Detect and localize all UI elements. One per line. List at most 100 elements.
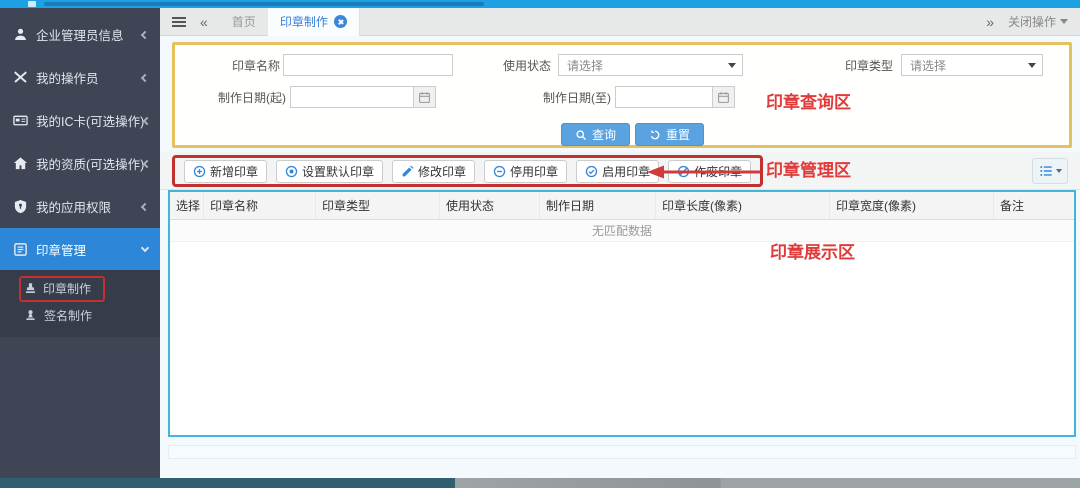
type-label: 印章类型 — [844, 59, 893, 73]
calendar-icon[interactable] — [413, 87, 435, 107]
home-icon — [13, 157, 28, 170]
sidebar-item-signature-make[interactable]: 签名制作 — [0, 302, 160, 329]
table-header-make-date[interactable]: 制作日期 — [540, 192, 656, 219]
toolbar-button-label: 修改印章 — [418, 164, 467, 179]
date-to-input[interactable] — [616, 87, 712, 107]
sidebar-item-qualifications[interactable]: 我的资质(可选操作) — [0, 142, 160, 185]
content-area: 印章名称 使用状态 请选择 印章类型 请选择 制作日期(起) 制作日期(至) 查… — [160, 36, 1080, 478]
sidebar-item-label: 企业管理员信息 — [36, 29, 124, 43]
table-header-seal-width[interactable]: 印章宽度(像素) — [830, 192, 994, 219]
sidebar-item-seal-make[interactable]: 印章制作 — [0, 275, 160, 302]
empty-state-text: 无匹配数据 — [591, 224, 652, 238]
search-button-label: 查询 — [592, 128, 617, 142]
annotation-arrow-icon — [647, 165, 760, 179]
reset-button-label: 重置 — [666, 128, 691, 142]
search-icon — [576, 129, 586, 140]
sidebar-item-label: 印章管理 — [36, 243, 87, 258]
caret-down-icon — [1055, 169, 1062, 173]
caret-down-icon — [728, 63, 736, 68]
date-from-label: 制作日期(起) — [218, 91, 286, 105]
sidebar-item-label: 我的IC卡(可选操作) — [36, 115, 145, 129]
seal-folder-icon — [14, 242, 27, 256]
table-header-status[interactable]: 使用状态 — [440, 192, 540, 219]
annotation-query-area: 印章查询区 — [766, 93, 851, 112]
caret-down-icon — [1028, 63, 1036, 68]
bottom-taskbar-strip — [0, 478, 1080, 488]
close-icon[interactable] — [333, 15, 347, 28]
minus-circle-icon — [493, 165, 506, 177]
stamp-icon — [26, 282, 35, 293]
list-view-icon — [1039, 166, 1052, 176]
check-circle-icon — [585, 165, 598, 177]
scroll-tabs-left-icon[interactable]: « — [200, 14, 208, 30]
toolbar-button-label: 停用印章 — [510, 164, 559, 179]
table-header-remark[interactable]: 备注 — [994, 192, 1074, 219]
main-area: « 首页 印章制作 » 关闭操作 印章名称 使用状态 请选择 印章类型 请选择 … — [160, 7, 1080, 478]
seal-query-panel: 印章名称 使用状态 请选择 印章类型 请选择 制作日期(起) 制作日期(至) 查… — [172, 42, 1072, 148]
status-select-value: 请选择 — [567, 58, 604, 73]
calendar-icon[interactable] — [712, 87, 734, 107]
tab-seal-make[interactable]: 印章制作 — [267, 7, 360, 36]
pencil-icon — [402, 165, 414, 176]
sidebar-item-ic-card[interactable]: 我的IC卡(可选操作) — [0, 99, 160, 142]
sidebar-item-label: 我的操作员 — [36, 72, 99, 86]
view-mode-dropdown[interactable] — [1032, 158, 1068, 184]
disable-seal-button[interactable]: 停用印章 — [484, 159, 568, 183]
tab-label: 印章制作 — [279, 15, 328, 29]
chevron-left-icon — [143, 159, 152, 168]
search-button[interactable]: 查询 — [561, 123, 631, 146]
modify-seal-button[interactable]: 修改印章 — [392, 159, 476, 183]
type-select[interactable]: 请选择 — [901, 54, 1043, 76]
close-operations-dropdown[interactable]: 关闭操作 — [1008, 13, 1068, 30]
window-title-cutoff — [44, 2, 484, 6]
scroll-tabs-right-icon[interactable]: » — [986, 14, 994, 30]
chevron-left-icon — [143, 116, 152, 125]
sidebar-item-app-permissions[interactable]: 我的应用权限 — [0, 185, 160, 228]
stamp-icon — [26, 310, 35, 320]
reset-icon — [650, 129, 660, 139]
table-header-seal-length[interactable]: 印章长度(像素) — [656, 192, 830, 219]
shield-icon — [14, 199, 27, 214]
status-select[interactable]: 请选择 — [558, 54, 743, 76]
app-window: 企业管理员信息 我的操作员 我的IC卡(可选操作) 我的资质(可选操作) 我的应… — [0, 0, 1080, 488]
date-to-label: 制作日期(至) — [543, 91, 611, 105]
sidebar-item-seal-management[interactable]: 印章管理 — [0, 228, 160, 270]
reset-button[interactable]: 重置 — [635, 123, 705, 146]
sidebar-item-operators[interactable]: 我的操作员 — [0, 56, 160, 99]
status-label: 使用状态 — [502, 59, 551, 73]
top-blue-bar — [0, 0, 1080, 8]
seal-name-input[interactable] — [283, 54, 453, 76]
empty-state-row: 无匹配数据 — [170, 220, 1074, 242]
set-default-seal-button[interactable]: 设置默认印章 — [276, 159, 384, 183]
sidebar: 企业管理员信息 我的操作员 我的IC卡(可选操作) 我的资质(可选操作) 我的应… — [0, 8, 160, 478]
seal-table-panel: 选择 印章名称 印章类型 使用状态 制作日期 印章长度(像素) 印章宽度(像素)… — [168, 190, 1076, 437]
table-header-row: 选择 印章名称 印章类型 使用状态 制作日期 印章长度(像素) 印章宽度(像素)… — [170, 192, 1074, 220]
caret-down-icon — [1060, 19, 1068, 24]
close-operations-label: 关闭操作 — [1007, 15, 1056, 29]
add-seal-button[interactable]: 新增印章 — [184, 159, 268, 183]
annotation-display-area: 印章展示区 — [770, 243, 855, 262]
chevron-down-icon — [140, 243, 150, 253]
plus-circle-icon — [193, 165, 206, 177]
toolbar-button-label: 启用印章 — [602, 164, 651, 179]
sidebar-subitem-label: 印章制作 — [43, 281, 92, 296]
chevron-left-icon — [140, 73, 150, 82]
toolbar-button-label: 设置默认印章 — [302, 164, 375, 179]
menu-toggle-icon[interactable] — [172, 20, 186, 23]
table-header-seal-name[interactable]: 印章名称 — [204, 192, 316, 219]
annotation-manage-area: 印章管理区 — [766, 161, 851, 180]
tabbar-right-tools: » 关闭操作 — [986, 13, 1080, 30]
pagination-strip — [168, 445, 1076, 459]
tab-bar: « 首页 印章制作 » 关闭操作 — [160, 7, 1080, 36]
toolbar-button-label: 新增印章 — [210, 164, 259, 179]
red-highlight-box: 印章制作 — [19, 275, 106, 302]
sidebar-subitem-label: 签名制作 — [44, 309, 93, 323]
date-from-field — [290, 86, 436, 108]
date-from-input[interactable] — [291, 87, 413, 107]
sidebar-item-admin-info[interactable]: 企业管理员信息 — [0, 13, 160, 56]
sidebar-item-label: 我的应用权限 — [36, 201, 112, 215]
table-header-seal-type[interactable]: 印章类型 — [316, 192, 440, 219]
tab-home[interactable]: 首页 — [220, 8, 268, 36]
seal-name-label: 印章名称 — [231, 59, 280, 73]
table-header-select[interactable]: 选择 — [170, 192, 204, 219]
